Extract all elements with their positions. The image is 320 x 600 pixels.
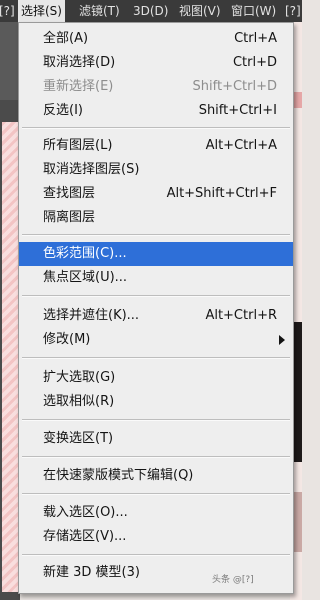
menu-item-all[interactable]: 全部(A) Ctrl+A xyxy=(19,27,293,51)
menu-view[interactable]: 视图(V) xyxy=(176,0,224,22)
menu-item-shortcut: Ctrl+A xyxy=(234,31,277,46)
menu-select[interactable]: 选择(S) xyxy=(18,0,65,22)
menu-item-quick-mask[interactable]: 在快速蒙版模式下编辑(Q) xyxy=(19,464,293,488)
menu-item-select-and-mask[interactable]: 选择并遮住(K)... Alt+Ctrl+R xyxy=(19,304,293,328)
menu-item-grow[interactable]: 扩大选取(G) xyxy=(19,366,293,390)
menu-separator xyxy=(22,419,290,421)
menu-item-focus-area[interactable]: 焦点区域(U)... xyxy=(19,266,293,290)
menu-item-deselect-layers[interactable]: 取消选择图层(S) xyxy=(19,158,293,182)
menu-item-shortcut: Alt+Shift+Ctrl+F xyxy=(166,186,277,201)
menu-help[interactable]: [?] xyxy=(282,0,304,22)
menu-item-save-selection[interactable]: 存储选区(V)... xyxy=(19,525,293,549)
menu-item-label: 选取相似(R) xyxy=(43,394,115,409)
menu-item-find-layers[interactable]: 查找图层 Alt+Shift+Ctrl+F xyxy=(19,182,293,206)
menu-separator xyxy=(22,234,290,236)
menu-item-label: 色彩范围(C)... xyxy=(43,246,127,261)
menu-item-shortcut: Alt+Ctrl+A xyxy=(205,138,277,153)
menu-item-color-range[interactable]: 色彩范围(C)... xyxy=(19,242,293,266)
menu-item-inverse[interactable]: 反选(I) Shift+Ctrl+I xyxy=(19,99,293,123)
menu-item-label: 取消选择图层(S) xyxy=(43,162,140,177)
submenu-arrow-icon xyxy=(279,335,285,345)
menu-bar: [?] 选择(S) 滤镜(T) 3D(D) 视图(V) 窗口(W) [?] xyxy=(0,0,302,22)
menu-item-shortcut: Shift+Ctrl+I xyxy=(198,103,277,118)
menu-separator xyxy=(22,295,290,297)
menu-item-deselect[interactable]: 取消选择(D) Ctrl+D xyxy=(19,51,293,75)
menu-separator xyxy=(22,554,290,556)
menu-item-label: 在快速蒙版模式下编辑(Q) xyxy=(43,468,194,483)
menu-item-label: 隔离图层 xyxy=(43,210,96,225)
menu-item-shortcut: Ctrl+D xyxy=(232,55,277,70)
menu-item-shortcut: Alt+Ctrl+R xyxy=(205,308,277,323)
left-panel xyxy=(0,22,20,600)
menu-item-transform-selection[interactable]: 变换选区(T) xyxy=(19,427,293,451)
menu-item-label: 反选(I) xyxy=(43,103,83,118)
menu-3d[interactable]: 3D(D) xyxy=(130,0,171,22)
menu-item-label: 选择并遮住(K)... xyxy=(43,308,140,323)
tool-tab[interactable] xyxy=(0,22,20,100)
menu-item-label: 新建 3D 模型(3) xyxy=(43,565,140,580)
menu-separator xyxy=(22,456,290,458)
menu-item-reselect: 重新选择(E) Shift+Ctrl+D xyxy=(19,75,293,99)
menu-item-label: 扩大选取(G) xyxy=(43,370,116,385)
menu-item-shortcut: Shift+Ctrl+D xyxy=(192,79,277,94)
menu-separator xyxy=(22,127,290,129)
watermark: 头条 @[?] xyxy=(212,575,254,585)
menu-layer[interactable]: [?] xyxy=(0,0,18,22)
menu-item-label: 取消选择(D) xyxy=(43,55,116,70)
menu-item-label: 存储选区(V)... xyxy=(43,529,127,544)
menu-item-similar[interactable]: 选取相似(R) xyxy=(19,390,293,414)
menu-separator xyxy=(22,493,290,495)
menu-item-label: 修改(M) xyxy=(43,332,91,347)
menu-separator xyxy=(22,357,290,359)
menu-item-label: 载入选区(O)... xyxy=(43,505,128,520)
menu-item-label: 所有图层(L) xyxy=(43,138,113,153)
menu-item-load-selection[interactable]: 载入选区(O)... xyxy=(19,501,293,525)
menu-item-all-layers[interactable]: 所有图层(L) Alt+Ctrl+A xyxy=(19,134,293,158)
menu-item-label: 重新选择(E) xyxy=(43,79,114,94)
document-canvas xyxy=(2,122,18,592)
menu-item-isolate-layers[interactable]: 隔离图层 xyxy=(19,206,293,230)
menu-item-label: 焦点区域(U)... xyxy=(43,270,128,285)
menu-item-label: 全部(A) xyxy=(43,31,89,46)
menu-item-label: 变换选区(T) xyxy=(43,431,114,446)
select-dropdown-menu: 全部(A) Ctrl+A 取消选择(D) Ctrl+D 重新选择(E) Shif… xyxy=(18,22,294,594)
menu-filter[interactable]: 滤镜(T) xyxy=(76,0,123,22)
menu-item-label: 查找图层 xyxy=(43,186,96,201)
menu-item-modify[interactable]: 修改(M) xyxy=(19,328,293,352)
menu-window[interactable]: 窗口(W) xyxy=(228,0,279,22)
